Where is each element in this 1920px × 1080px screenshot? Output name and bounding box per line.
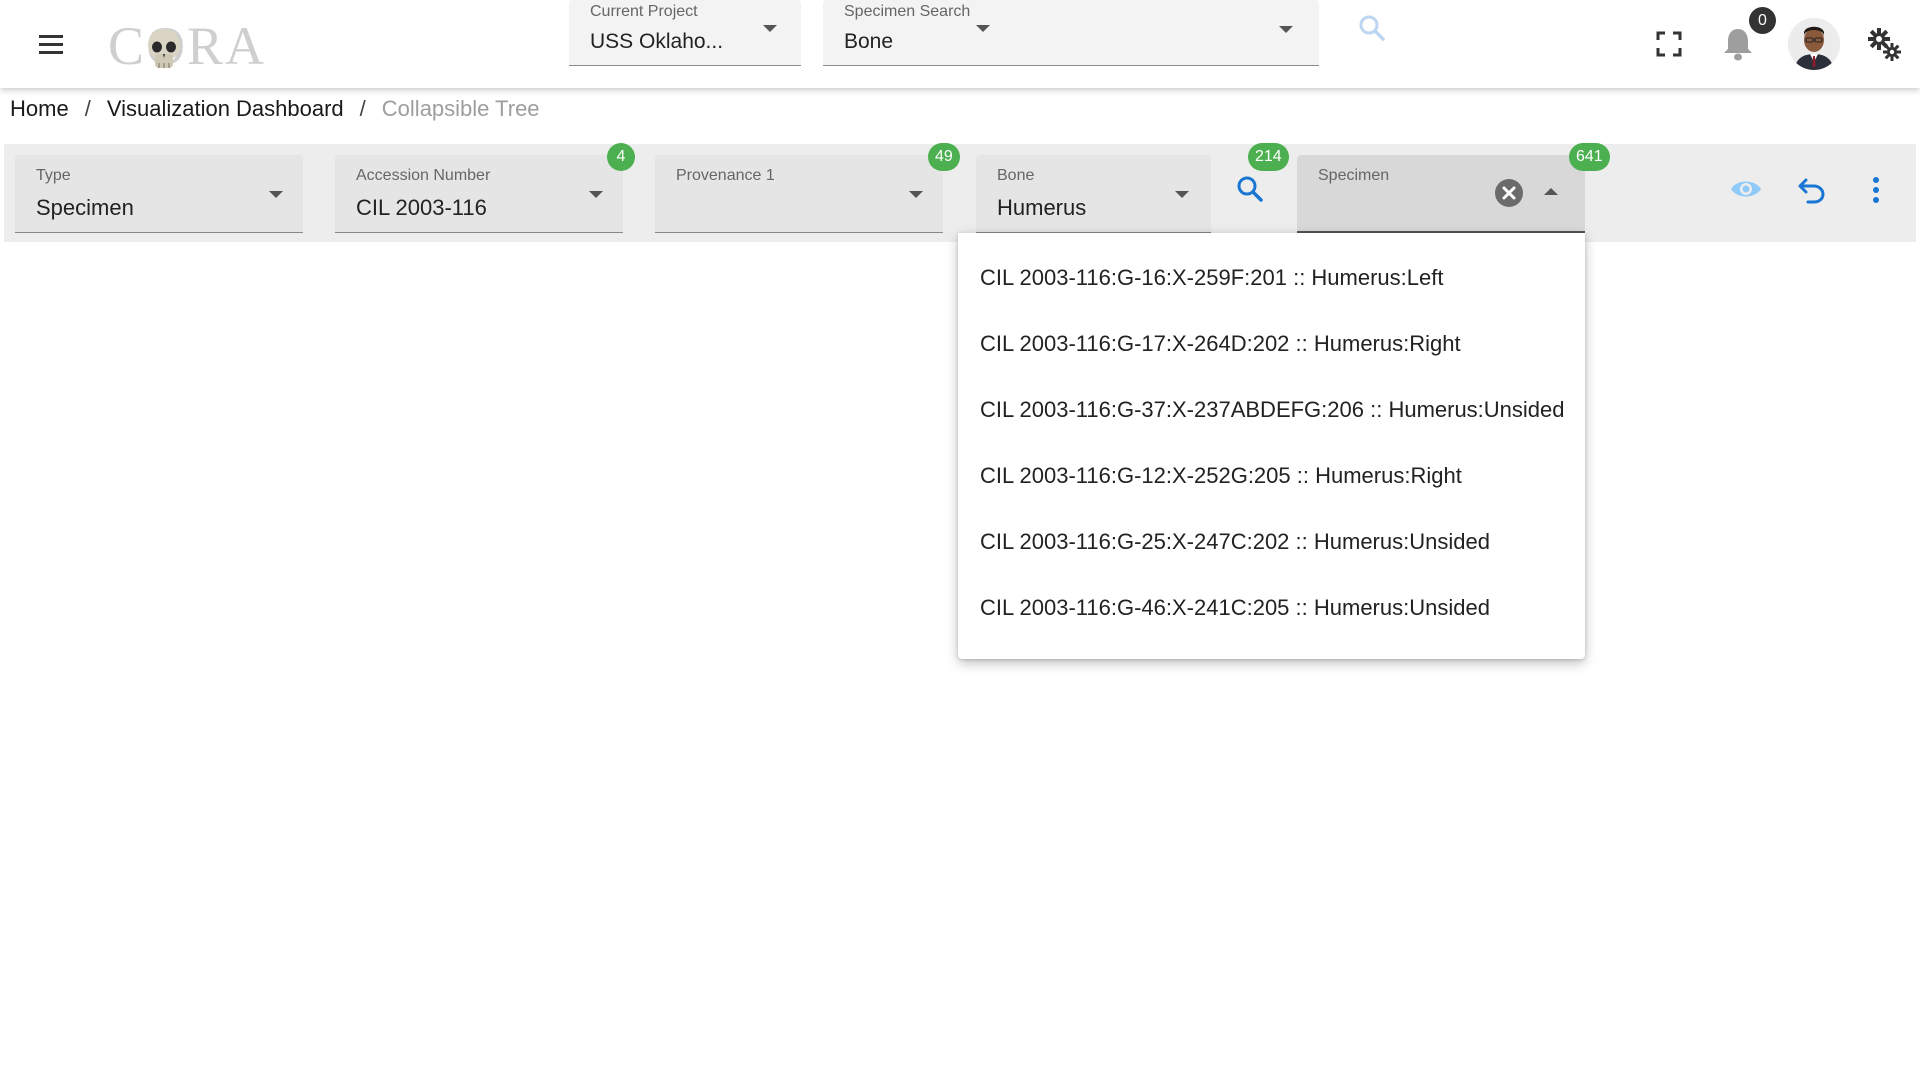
specimen-option[interactable]: CIL 2003-116:G-46:X-241C:205 :: Humerus:… bbox=[958, 575, 1585, 641]
bone-label: Bone bbox=[997, 167, 1035, 184]
logo-text: CORA bbox=[108, 16, 267, 76]
chevron-down-icon bbox=[1279, 26, 1293, 33]
specimen-search-label: Specimen Search bbox=[844, 3, 971, 20]
chevron-down-icon bbox=[763, 25, 777, 32]
current-project-label: Current Project bbox=[590, 3, 698, 20]
chevron-down-icon bbox=[1175, 191, 1189, 198]
specimen-option[interactable]: CIL 2003-116:G-16:X-259F:201 :: Humerus:… bbox=[958, 245, 1585, 311]
accession-number-select[interactable]: Accession Number CIL 2003-116 bbox=[335, 155, 623, 233]
provenance-count-badge: 49 bbox=[928, 143, 960, 171]
skull-icon bbox=[148, 29, 180, 68]
bone-count-badge: 214 bbox=[1248, 143, 1289, 171]
chevron-up-icon[interactable] bbox=[1544, 188, 1558, 195]
chevron-down-icon bbox=[269, 191, 283, 198]
current-project-value: USS Oklaho... bbox=[590, 30, 724, 53]
breadcrumb-collapsible-tree: Collapsible Tree bbox=[381, 96, 540, 121]
bone-value: Humerus bbox=[997, 195, 1087, 220]
type-select[interactable]: Type Specimen bbox=[15, 155, 303, 233]
app-bar: CORA Current Project USS Oklaho... Speci… bbox=[0, 0, 1920, 88]
undo-icon[interactable] bbox=[1796, 174, 1828, 206]
breadcrumb-separator: / bbox=[359, 96, 366, 121]
filter-bar: Type Specimen Accession Number CIL 2003-… bbox=[4, 143, 1916, 242]
specimen-option[interactable]: CIL 2003-116:G-12:X-252G:205 :: Humerus:… bbox=[958, 443, 1585, 509]
accession-count-badge: 4 bbox=[607, 143, 635, 171]
provenance-select[interactable]: Provenance 1 bbox=[655, 155, 943, 233]
search-icon[interactable] bbox=[1356, 12, 1388, 44]
breadcrumb-home[interactable]: Home bbox=[10, 96, 69, 122]
specimen-select[interactable]: Specimen bbox=[1297, 155, 1585, 233]
type-label: Type bbox=[36, 167, 71, 184]
accession-number-label: Accession Number bbox=[356, 167, 491, 184]
specimen-count-badge: 641 bbox=[1569, 143, 1610, 171]
chevron-down-icon bbox=[589, 191, 603, 198]
breadcrumb-separator: / bbox=[84, 96, 91, 121]
user-avatar-icon bbox=[1788, 18, 1840, 70]
bone-select[interactable]: Bone Humerus bbox=[976, 155, 1211, 233]
bell-icon[interactable] bbox=[1721, 26, 1755, 62]
provenance-label: Provenance 1 bbox=[676, 167, 775, 184]
type-value: Specimen bbox=[36, 195, 134, 220]
more-vert-icon[interactable] bbox=[1868, 174, 1884, 206]
clear-icon[interactable] bbox=[1495, 179, 1523, 207]
menu-icon[interactable] bbox=[34, 28, 68, 62]
specimen-option[interactable]: CIL 2003-116:G-37:X-237ABDEFG:206 :: Hum… bbox=[958, 377, 1585, 443]
breadcrumb: Home / Visualization Dashboard / Collaps… bbox=[10, 94, 540, 124]
breadcrumb-visualization-dashboard[interactable]: Visualization Dashboard bbox=[107, 96, 344, 122]
gears-icon[interactable] bbox=[1866, 26, 1902, 62]
search-icon[interactable] bbox=[1233, 172, 1267, 206]
specimen-search-value: Bone bbox=[844, 30, 894, 53]
specimen-option[interactable]: CIL 2003-116:G-17:X-264D:202 :: Humerus:… bbox=[958, 311, 1585, 377]
fullscreen-icon[interactable] bbox=[1655, 30, 1683, 58]
current-project-select[interactable]: Current Project USS Oklaho... bbox=[569, 0, 801, 66]
chevron-down-icon bbox=[909, 191, 923, 198]
specimen-dropdown-menu: CIL 2003-116:G-16:X-259F:201 :: Humerus:… bbox=[958, 233, 1585, 659]
specimen-option[interactable]: CIL 2003-116:G-25:X-247C:202 :: Humerus:… bbox=[958, 509, 1585, 575]
specimen-search-select[interactable]: Specimen Search Bone bbox=[823, 0, 1319, 66]
app-logo[interactable]: CORA bbox=[108, 12, 268, 76]
chevron-down-icon bbox=[976, 25, 990, 32]
accession-number-value: CIL 2003-116 bbox=[356, 195, 487, 220]
specimen-label: Specimen bbox=[1318, 167, 1390, 184]
eye-icon[interactable] bbox=[1729, 176, 1763, 202]
avatar[interactable] bbox=[1788, 18, 1840, 70]
notification-count-badge: 0 bbox=[1749, 7, 1776, 34]
